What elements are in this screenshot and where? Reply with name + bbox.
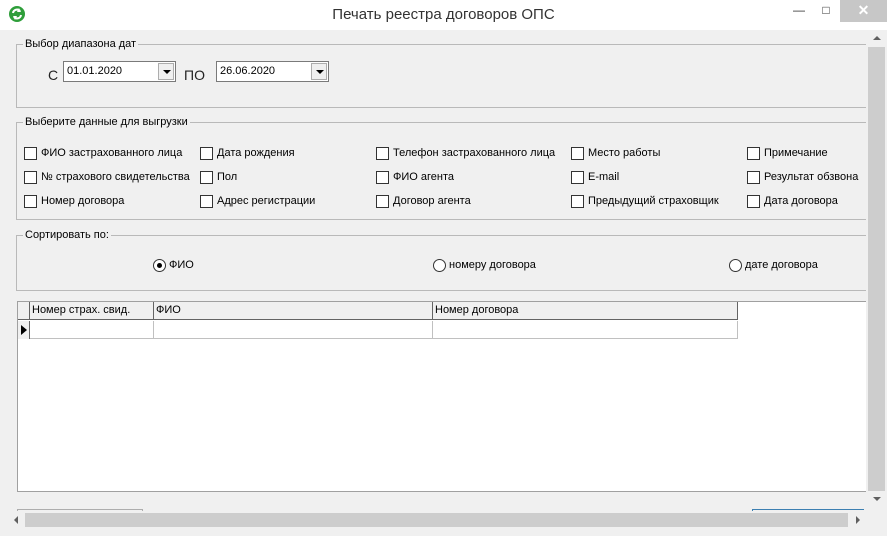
checkbox-box[interactable]	[571, 195, 584, 208]
checkbox-box[interactable]	[571, 171, 584, 184]
checkbox-box[interactable]	[376, 147, 389, 160]
grid-header: Номер страх. свид. ФИО Номер договора	[18, 302, 738, 320]
dialog-client-area: Выбор диапазона дат С 01.01.2020 ПО 26.0…	[0, 30, 887, 536]
column-header-certificate[interactable]: Номер страх. свид.	[30, 302, 154, 320]
date-range-legend: Выбор диапазона дат	[23, 38, 139, 50]
checkbox-label: Результат обзвона	[764, 171, 859, 183]
radio-circle[interactable]	[729, 259, 742, 272]
horizontal-scroll-thumb[interactable]	[25, 513, 848, 527]
scroll-right-icon[interactable]	[849, 511, 866, 529]
checkbox-label: Адрес регистрации	[217, 195, 316, 207]
date-to-label: ПО	[184, 67, 205, 83]
checkbox-label: Место работы	[588, 147, 661, 159]
column-header-contract[interactable]: Номер договора	[433, 302, 738, 320]
date-to-value: 26.06.2020	[220, 65, 276, 77]
checkbox-label: Примечание	[764, 147, 828, 159]
checkbox-box[interactable]	[24, 171, 37, 184]
checkbox-box[interactable]	[200, 195, 213, 208]
scroll-left-icon[interactable]	[8, 511, 25, 529]
checkbox-box[interactable]	[376, 195, 389, 208]
checkbox-box[interactable]	[200, 171, 213, 184]
chevron-down-icon[interactable]	[311, 63, 327, 80]
checkbox-label: ФИО агента	[393, 171, 454, 183]
table-cell[interactable]	[30, 321, 154, 339]
checkbox-label: Договор агента	[393, 195, 471, 207]
checkbox-label: Дата рождения	[217, 147, 295, 159]
title-bar: Печать реестра договоров ОПС — □ ✕	[0, 0, 887, 30]
horizontal-scrollbar[interactable]	[0, 511, 866, 529]
table-cell[interactable]	[433, 321, 738, 339]
radio-label: ФИО	[169, 259, 194, 271]
current-row-arrow-icon	[21, 325, 27, 335]
radio-circle[interactable]	[153, 259, 166, 272]
checkbox-label: Номер договора	[41, 195, 125, 207]
checkbox-box[interactable]	[571, 147, 584, 160]
export-data-legend: Выберите данные для выгрузки	[23, 116, 190, 128]
chevron-down-icon[interactable]	[158, 63, 174, 80]
table-cell[interactable]	[154, 321, 433, 339]
date-to-picker[interactable]: 26.06.2020	[216, 61, 329, 82]
vertical-scroll-thumb[interactable]	[868, 47, 885, 491]
checkbox-label: Телефон застрахованного лица	[393, 147, 556, 159]
checkbox-label: E-mail	[588, 171, 620, 183]
maximize-button[interactable]: □	[816, 0, 836, 22]
row-indicator[interactable]	[18, 321, 30, 339]
row-indicator-header	[18, 302, 30, 320]
checkbox-box[interactable]	[24, 195, 37, 208]
checkbox-label: Предыдущий страховщик	[588, 195, 719, 207]
export-data-group: Выберите данные для выгрузки ФИО застрах…	[16, 116, 866, 220]
close-button[interactable]: ✕	[840, 0, 887, 22]
column-header-name[interactable]: ФИО	[154, 302, 433, 320]
minimize-button[interactable]: —	[782, 0, 816, 22]
window-title: Печать реестра договоров ОПС	[332, 6, 555, 23]
sort-legend: Сортировать по:	[23, 229, 111, 241]
checkbox-label: ФИО застрахованного лица	[41, 147, 183, 159]
vertical-scrollbar[interactable]	[866, 30, 887, 508]
table-row[interactable]	[18, 321, 738, 339]
radio-circle[interactable]	[433, 259, 446, 272]
radio-label: дате договора	[745, 259, 818, 271]
checkbox-box[interactable]	[747, 171, 760, 184]
checkbox-label: Дата договора	[764, 195, 838, 207]
checkbox-label: Пол	[217, 171, 238, 183]
date-from-picker[interactable]: 01.01.2020	[63, 61, 176, 82]
date-from-value: 01.01.2020	[67, 65, 123, 77]
date-from-label: С	[48, 67, 59, 83]
checkbox-label: № страхового свидетельства	[41, 171, 190, 183]
sort-group: Сортировать по: ФИО номеру договора дате…	[16, 229, 866, 291]
checkbox-box[interactable]	[747, 195, 760, 208]
checkbox-box[interactable]	[200, 147, 213, 160]
checkbox-box[interactable]	[24, 147, 37, 160]
scroll-down-icon[interactable]	[866, 491, 887, 508]
radio-label: номеру договора	[449, 259, 536, 271]
date-range-group: Выбор диапазона дат С 01.01.2020 ПО 26.0…	[16, 38, 866, 108]
checkbox-box[interactable]	[747, 147, 760, 160]
checkbox-box[interactable]	[376, 171, 389, 184]
scroll-up-icon[interactable]	[866, 30, 887, 47]
results-grid[interactable]: Номер страх. свид. ФИО Номер договора	[17, 301, 867, 492]
